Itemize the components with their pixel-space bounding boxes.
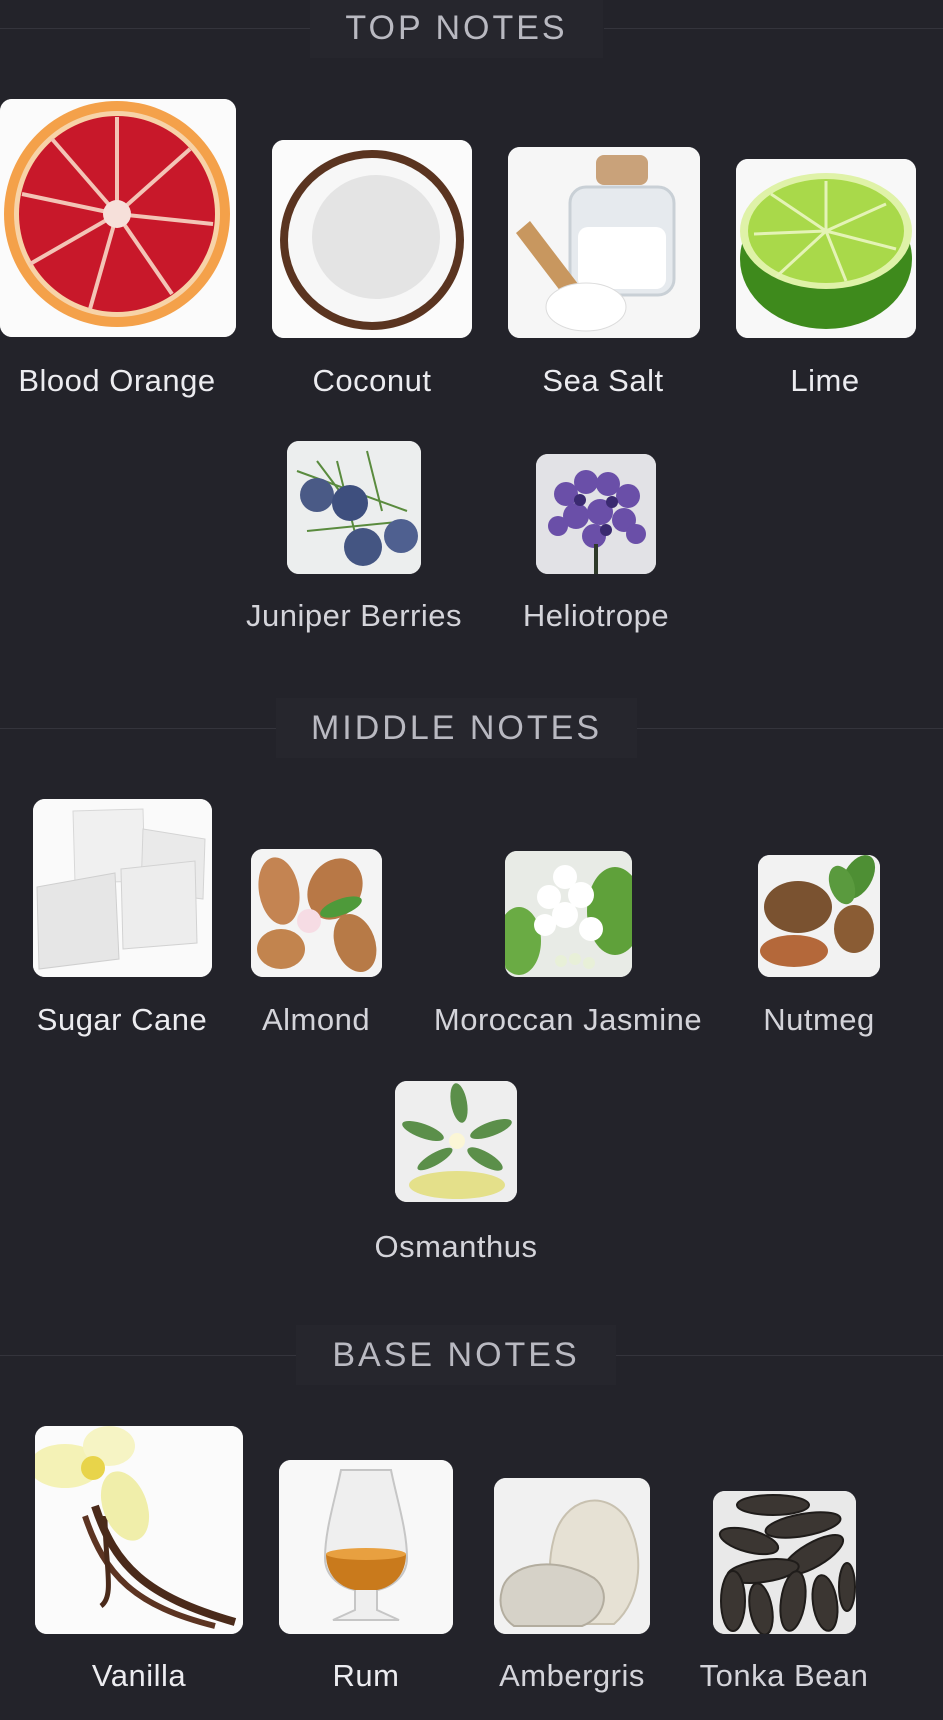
jasmine-image[interactable] bbox=[505, 851, 632, 977]
almond-image[interactable] bbox=[251, 849, 382, 977]
juniper-berries-image[interactable] bbox=[287, 441, 421, 574]
note-label-moroccan-jasmine: Moroccan Jasmine bbox=[433, 1002, 703, 1037]
section-header-base-notes: BASE NOTES bbox=[0, 1325, 943, 1385]
blood-orange-image[interactable] bbox=[0, 99, 236, 337]
divider bbox=[0, 1355, 296, 1356]
note-label-coconut: Coconut bbox=[312, 363, 432, 398]
note-label-juniper-berries: Juniper Berries bbox=[246, 598, 462, 633]
divider bbox=[0, 28, 310, 29]
note-label-lime: Lime bbox=[790, 363, 860, 398]
note-label-osmanthus: Osmanthus bbox=[374, 1229, 538, 1264]
note-label-tonka-bean: Tonka Bean bbox=[699, 1658, 869, 1693]
note-label-vanilla: Vanilla bbox=[91, 1658, 187, 1693]
note-label-almond: Almond bbox=[261, 1002, 371, 1037]
vanilla-image[interactable] bbox=[35, 1426, 243, 1634]
osmanthus-image[interactable] bbox=[395, 1081, 517, 1202]
section-header-middle-notes: MIDDLE NOTES bbox=[0, 698, 943, 758]
note-label-nutmeg: Nutmeg bbox=[763, 1002, 875, 1037]
note-label-heliotrope: Heliotrope bbox=[522, 598, 670, 633]
section-title: BASE NOTES bbox=[296, 1325, 616, 1385]
nutmeg-image[interactable] bbox=[758, 855, 880, 977]
note-label-sugar-cane: Sugar Cane bbox=[36, 1002, 208, 1037]
lime-image[interactable] bbox=[736, 159, 916, 338]
coconut-image[interactable] bbox=[272, 140, 472, 338]
section-title: MIDDLE NOTES bbox=[276, 698, 637, 758]
sea-salt-image[interactable] bbox=[508, 147, 700, 338]
heliotrope-image[interactable] bbox=[536, 454, 656, 574]
divider bbox=[616, 1355, 943, 1356]
divider bbox=[0, 728, 276, 729]
tonka-bean-image[interactable] bbox=[713, 1491, 856, 1634]
divider bbox=[604, 28, 943, 29]
note-label-ambergris: Ambergris bbox=[499, 1658, 645, 1693]
note-label-sea-salt: Sea Salt bbox=[542, 363, 664, 398]
rum-image[interactable] bbox=[279, 1460, 453, 1634]
section-header-top-notes: TOP NOTES bbox=[0, 0, 943, 58]
section-title: TOP NOTES bbox=[310, 0, 603, 58]
note-label-rum: Rum bbox=[332, 1658, 400, 1693]
divider bbox=[637, 728, 943, 729]
note-label-blood-orange: Blood Orange bbox=[18, 363, 216, 398]
ambergris-image[interactable] bbox=[494, 1478, 650, 1634]
sugar-cane-image[interactable] bbox=[33, 799, 212, 977]
